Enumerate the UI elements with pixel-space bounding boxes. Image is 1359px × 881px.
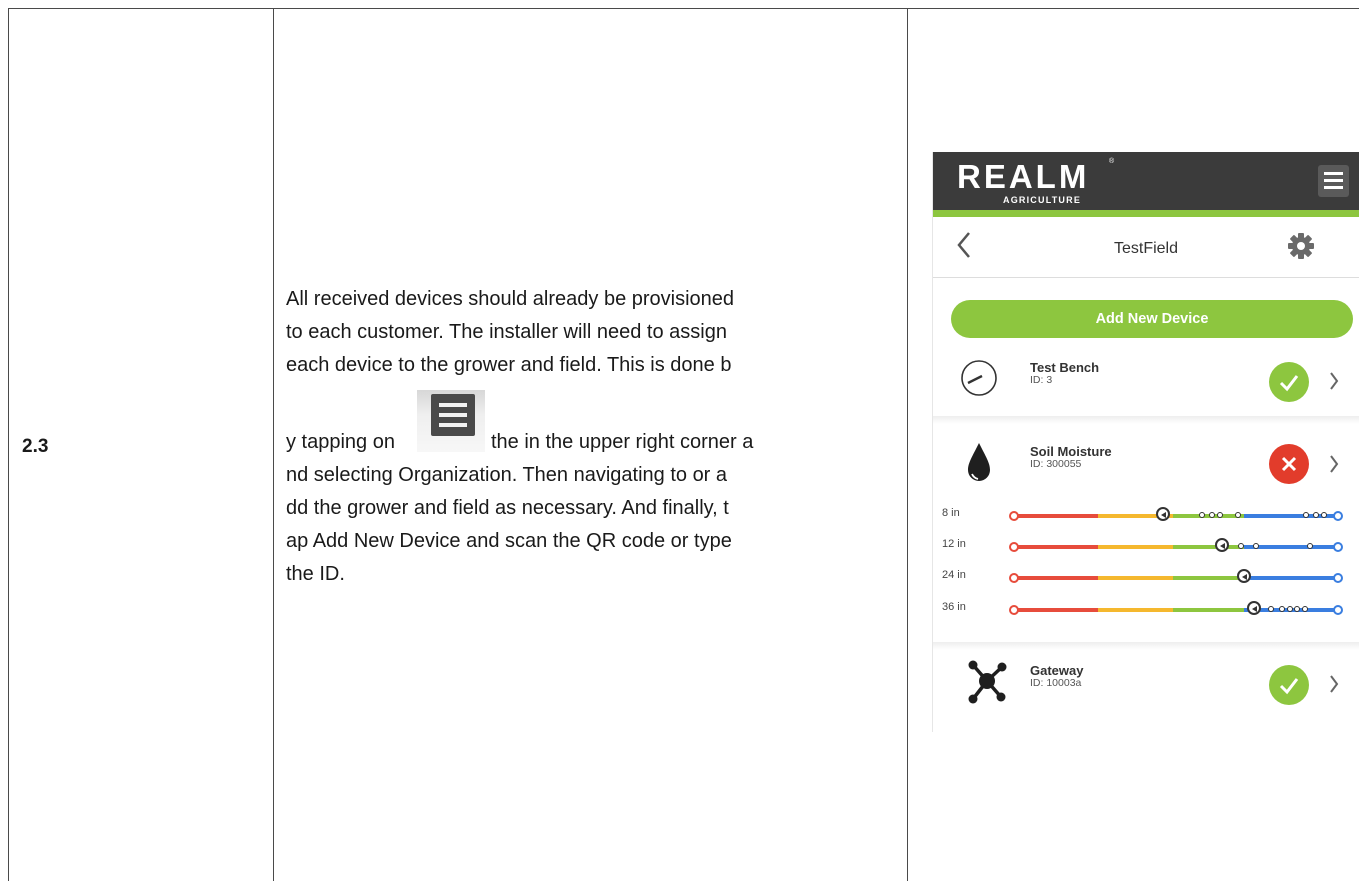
- depth-label: 36 in: [942, 601, 966, 613]
- gauge-segment: [1013, 514, 1098, 518]
- gauge-start-cap: [1009, 573, 1019, 583]
- instruction-line: ap Add New Device and scan the QR code o…: [286, 530, 732, 552]
- registered-mark: ®: [1109, 158, 1115, 165]
- instruction-line: All received devices should already be p…: [286, 288, 735, 310]
- gauge-segment: [1097, 608, 1173, 612]
- instruction-line: nd selecting Organization. Then navigati…: [286, 464, 728, 486]
- moisture-gauge: [1009, 538, 1343, 552]
- app-header: REALM ® AGRICULTURE: [933, 152, 1359, 210]
- instruction-text: y tapping on: [286, 431, 395, 453]
- device-name: Test Bench: [1030, 360, 1100, 375]
- gauge-dial-icon: [961, 360, 997, 396]
- gauge-end-cap: [1333, 605, 1343, 615]
- instruction-line: each device to the grower and field. Thi…: [286, 354, 732, 376]
- depth-label: 8 in: [942, 507, 960, 519]
- chevron-right-icon: [1330, 455, 1339, 473]
- gauge-segment: [1172, 608, 1245, 612]
- network-hub-icon: [968, 660, 1007, 704]
- header-accent-bar: [933, 210, 1359, 217]
- device-id: ID: 3: [1030, 374, 1053, 386]
- depth-label: 24 in: [942, 569, 966, 581]
- row-separator: [933, 642, 1359, 650]
- instruction-line: the ID.: [286, 563, 345, 585]
- row-separator: [933, 416, 1359, 424]
- gauge-end-cap: [1333, 573, 1343, 583]
- status-ok-icon: [1269, 665, 1309, 705]
- moisture-gauge: [1009, 569, 1343, 583]
- moisture-level-marker: [1155, 507, 1170, 521]
- gauge-segment: [1097, 576, 1173, 580]
- status-error-icon: [1269, 444, 1309, 484]
- gauge-end-cap: [1333, 542, 1343, 552]
- instruction-line: dd the grower and field as necessary. An…: [286, 497, 729, 519]
- gauge-segment: [1244, 576, 1339, 580]
- history-marker: [1267, 606, 1274, 612]
- step-number: 2.3: [22, 436, 49, 457]
- gauge-start-cap: [1009, 605, 1019, 615]
- table-border-left: [8, 8, 9, 881]
- moisture-level-marker: [1237, 569, 1252, 583]
- column-divider-2: [907, 8, 908, 881]
- moisture-level-marker: [1214, 538, 1229, 552]
- column-divider-1: [273, 8, 274, 881]
- history-marker: [1234, 512, 1241, 518]
- device-name: Gateway: [1030, 663, 1084, 678]
- device-name: Soil Moisture: [1030, 444, 1112, 459]
- moisture-gauge: [1009, 507, 1343, 521]
- gauge-start-cap: [1009, 542, 1019, 552]
- gauge-start-cap: [1009, 511, 1019, 521]
- gauge-segment: [1013, 608, 1098, 612]
- gauge-end-cap: [1333, 511, 1343, 521]
- history-marker: [1278, 606, 1285, 612]
- chevron-right-icon: [1330, 372, 1339, 390]
- logo-subtitle: AGRICULTURE: [1003, 195, 1082, 205]
- moisture-gauge: [1009, 601, 1343, 615]
- hamburger-menu-icon: [416, 390, 485, 452]
- water-drop-icon: [968, 443, 990, 481]
- history-marker: [1306, 543, 1313, 549]
- gauge-segment: [1172, 576, 1245, 580]
- chevron-right-icon: [1330, 675, 1339, 693]
- history-marker: [1208, 512, 1215, 518]
- history-marker: [1217, 512, 1223, 518]
- step-instructions: All received devices should already be p…: [286, 283, 906, 591]
- device-id: ID: 10003a: [1030, 677, 1082, 689]
- title-bar: TestField: [933, 217, 1359, 278]
- table-border-top: [8, 8, 1359, 9]
- menu-icon[interactable]: [1318, 165, 1349, 197]
- status-ok-icon: [1269, 362, 1309, 402]
- gauge-segment: [1013, 576, 1098, 580]
- history-marker: [1252, 543, 1259, 549]
- history-marker: [1293, 606, 1300, 612]
- history-marker: [1301, 606, 1308, 612]
- moisture-level-marker: [1247, 601, 1262, 615]
- instruction-text: the in the upper right corner a: [490, 431, 754, 453]
- depth-label: 12 in: [942, 538, 966, 550]
- instruction-line-with-icon: y tapping on the in the upper right corne…: [286, 390, 906, 459]
- gauge-segment: [1172, 545, 1245, 549]
- device-id: ID: 300055: [1030, 458, 1082, 470]
- gear-icon[interactable]: [1287, 232, 1315, 260]
- gauge-segment: [1097, 545, 1173, 549]
- add-new-device-button[interactable]: Add New Device: [951, 300, 1353, 338]
- realm-logo: REALM: [957, 158, 1090, 195]
- gauge-segment: [1013, 545, 1098, 549]
- app-screenshot: REALM ® AGRICULTURE TestField Add New De…: [933, 152, 1359, 732]
- instruction-line: to each customer. The installer will nee…: [286, 321, 727, 343]
